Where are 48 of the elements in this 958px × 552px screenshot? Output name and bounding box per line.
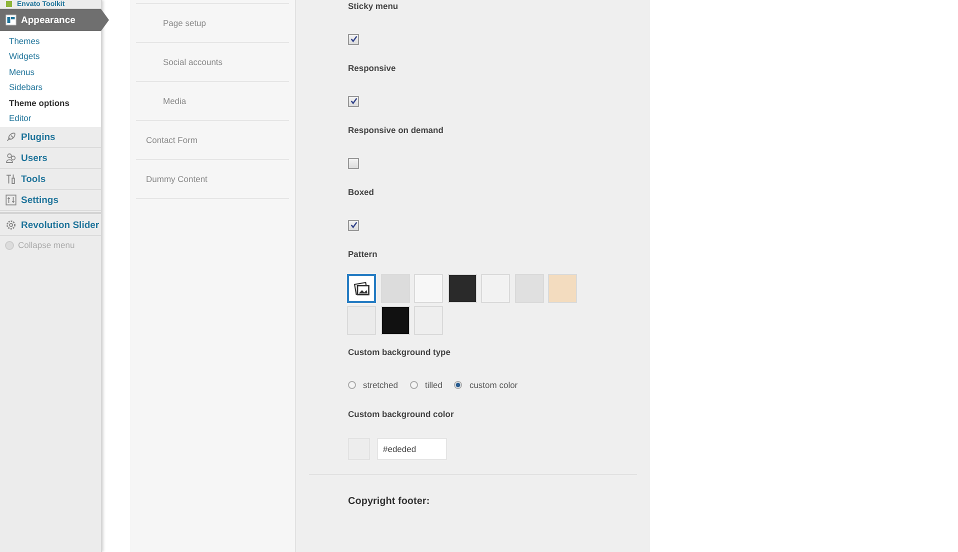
- menu-item[interactable]: Tools: [0, 169, 101, 190]
- pictures-icon: [352, 280, 370, 298]
- menu-item[interactable]: Settings: [0, 190, 101, 211]
- option-label: Sticky menu: [348, 0, 400, 13]
- pattern-swatch[interactable]: [448, 274, 476, 303]
- options-nav-item[interactable]: Page setup: [136, 4, 289, 43]
- option-label: Pattern: [348, 248, 378, 261]
- submenu-item[interactable]: Editor: [0, 110, 101, 126]
- radio-button[interactable]: [348, 381, 356, 389]
- checkbox[interactable]: [348, 34, 359, 44]
- pattern-swatch[interactable]: [548, 274, 577, 303]
- color-input-field[interactable]: #ededed: [377, 438, 447, 460]
- option-label: Responsive: [348, 62, 397, 75]
- menu-item[interactable]: Plugins: [0, 127, 101, 148]
- menu-item[interactable]: Users: [0, 148, 101, 169]
- menu-item[interactable]: Appearance: [0, 9, 109, 31]
- gear-icon: [5, 219, 17, 231]
- submenu-item[interactable]: Theme options: [0, 96, 101, 111]
- options-nav-item[interactable]: Media: [136, 82, 289, 121]
- pattern-swatch[interactable]: [481, 274, 510, 303]
- option-label: Boxed: [348, 186, 375, 199]
- option-label: Custom background type: [348, 346, 452, 359]
- submenu-item[interactable]: Themes: [0, 34, 101, 50]
- radio-label: custom color: [469, 380, 518, 390]
- sliders-icon: [5, 194, 17, 206]
- radio-button[interactable]: [454, 381, 462, 389]
- radio-button[interactable]: [410, 381, 418, 389]
- menu-item[interactable]: Revolution Slider: [0, 215, 101, 236]
- options-nav-item[interactable]: Dummy Content: [136, 160, 289, 199]
- submenu-item[interactable]: Sidebars: [0, 80, 101, 96]
- image-pattern-option[interactable]: [347, 274, 376, 303]
- submenu-item[interactable]: Widgets: [0, 49, 101, 65]
- pattern-swatch[interactable]: [380, 306, 410, 335]
- options-nav-item[interactable]: Contact Form: [136, 121, 289, 160]
- layout-icon: [5, 14, 17, 26]
- radio-label: tilled: [424, 380, 442, 390]
- radio-label: stretched: [363, 380, 398, 390]
- checkbox[interactable]: [348, 158, 359, 168]
- checkbox[interactable]: [348, 96, 359, 106]
- options-nav-item[interactable]: Social accounts: [136, 43, 289, 82]
- option-label: Custom background color: [348, 408, 455, 421]
- tools-icon: [5, 173, 17, 185]
- section-heading: Copyright footer:: [347, 495, 431, 507]
- submenu-item[interactable]: Menus: [0, 64, 101, 80]
- option-label: Responsive on demand: [348, 124, 444, 137]
- users-icon: [5, 152, 17, 164]
- checkbox[interactable]: [348, 220, 359, 230]
- pattern-swatch[interactable]: [414, 274, 443, 303]
